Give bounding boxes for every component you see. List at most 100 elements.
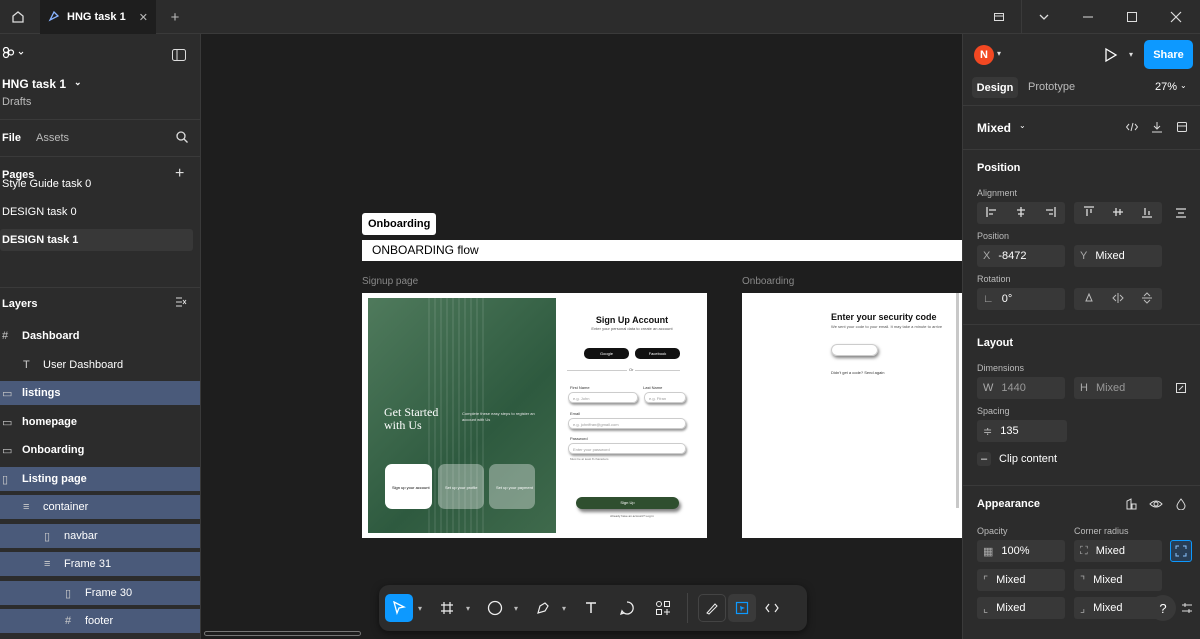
rotate-90-icon[interactable]: [1083, 292, 1095, 307]
share-button[interactable]: Share: [1144, 40, 1193, 69]
pen-tool-button[interactable]: [529, 594, 557, 622]
distribute-icon[interactable]: [1170, 202, 1192, 224]
width-field[interactable]: W 1440: [977, 377, 1065, 399]
constrain-proportions-icon[interactable]: [1170, 377, 1192, 399]
file-tab[interactable]: HNG task 1 ✕: [40, 0, 156, 34]
corner-top-right-field[interactable]: ⌝ Mixed: [1074, 569, 1162, 591]
more-options-icon[interactable]: [1176, 597, 1198, 619]
opacity-icon: ▦: [983, 545, 994, 558]
maximize-icon[interactable]: [1110, 0, 1154, 34]
file-name: HNG task 1: [2, 77, 67, 91]
chevron-down-icon[interactable]: ▾: [415, 604, 425, 613]
corner-bottom-right-field[interactable]: ⌟ Mixed: [1074, 597, 1162, 619]
spacing-field[interactable]: ≑ 135: [977, 420, 1067, 442]
frame-tool-button[interactable]: [433, 594, 461, 622]
move-tool-button[interactable]: [385, 594, 413, 622]
layer-item[interactable]: ▭ homepage: [0, 410, 200, 434]
drop-icon[interactable]: [1170, 493, 1192, 515]
layer-item[interactable]: ▭ Onboarding: [0, 438, 200, 462]
chevron-down-icon[interactable]: ▾: [559, 604, 569, 613]
tab-file[interactable]: File: [2, 132, 21, 144]
independent-corners-icon[interactable]: [1170, 540, 1192, 562]
flip-horizontal-icon[interactable]: [1112, 292, 1124, 307]
layer-item[interactable]: ▭ listings: [0, 381, 200, 405]
horizontal-scrollbar[interactable]: [204, 631, 361, 636]
chevron-down-icon[interactable]: ▾: [1129, 50, 1133, 59]
y-position-field[interactable]: Y Mixed: [1074, 245, 1162, 267]
password-label: Password: [570, 436, 588, 441]
minimize-icon[interactable]: [1066, 0, 1110, 34]
close-window-icon[interactable]: [1154, 0, 1198, 34]
collapse-layers-icon[interactable]: [175, 296, 187, 311]
actions-tool-button[interactable]: [649, 594, 677, 622]
chevron-down-icon[interactable]: [1022, 0, 1066, 34]
page-item-label: DESIGN task 0: [2, 206, 77, 218]
layer-item[interactable]: # Dashboard: [0, 324, 200, 348]
page-item[interactable]: DESIGN task 1: [0, 229, 193, 251]
section-tag[interactable]: Onboarding: [362, 213, 437, 235]
clip-content-toggle[interactable]: – Clip content: [977, 452, 1057, 466]
page-item[interactable]: DESIGN task 0: [0, 201, 193, 223]
page-item[interactable]: Style Guide task 0: [0, 173, 193, 195]
avatar[interactable]: N: [974, 45, 994, 65]
frame-label-signup[interactable]: Signup page: [362, 276, 418, 287]
align-right-icon[interactable]: [1044, 206, 1056, 221]
layer-item[interactable]: ▯ navbar: [0, 524, 200, 548]
position-heading: Position: [977, 162, 1021, 174]
help-button[interactable]: ?: [1150, 595, 1176, 621]
eye-icon[interactable]: [1145, 493, 1167, 515]
corner-top-left-field[interactable]: ⌜ Mixed: [977, 569, 1065, 591]
layer-item[interactable]: # footer: [0, 609, 200, 633]
onboarding-frame[interactable]: Enter your security code We sent your co…: [742, 293, 962, 538]
align-middle-icon[interactable]: [1112, 206, 1124, 221]
align-left-icon[interactable]: [986, 206, 998, 221]
export-icon[interactable]: [1146, 116, 1168, 138]
design-canvas[interactable]: Onboarding ONBOARDING flow Signup page O…: [201, 34, 962, 639]
align-center-icon[interactable]: [1015, 206, 1027, 221]
sidebar-toggle-icon[interactable]: [172, 49, 186, 64]
tab-assets[interactable]: Assets: [36, 132, 69, 144]
chevron-down-icon[interactable]: ▾: [511, 604, 521, 613]
design-mode-button[interactable]: [728, 594, 756, 622]
opacity-field[interactable]: ▦ 100%: [977, 540, 1065, 562]
corner-bottom-left-field[interactable]: ⌞ Mixed: [977, 597, 1065, 619]
cast-icon[interactable]: [977, 0, 1021, 34]
code-icon[interactable]: [1121, 116, 1143, 138]
signup-frame[interactable]: Get Started with Us Complete these easy …: [362, 293, 707, 538]
tab-prototype[interactable]: Prototype: [1028, 81, 1075, 93]
comment-tool-button[interactable]: [613, 594, 641, 622]
layer-item[interactable]: ≡ Frame 31: [0, 552, 200, 576]
tab-design[interactable]: Design: [972, 77, 1018, 98]
dev-mode-button[interactable]: [758, 594, 786, 622]
section-title[interactable]: ONBOARDING flow: [362, 240, 962, 261]
layer-item[interactable]: ▯ Listing page: [0, 467, 200, 491]
x-position-field[interactable]: X -8472: [977, 245, 1065, 267]
frame-label-onboarding[interactable]: Onboarding: [742, 276, 794, 287]
new-tab-button[interactable]: +: [164, 0, 186, 34]
rotation-field[interactable]: ∟ 0°: [977, 288, 1065, 310]
layer-item[interactable]: T User Dashboard: [0, 353, 200, 377]
figma-menu-icon[interactable]: [2, 46, 24, 64]
zoom-menu[interactable]: 27% ⌄: [1155, 81, 1187, 93]
search-icon[interactable]: [176, 131, 188, 146]
layer-item[interactable]: ≡ container: [0, 495, 200, 519]
chevron-down-icon[interactable]: ▾: [997, 49, 1001, 58]
home-icon[interactable]: [0, 0, 36, 34]
height-field[interactable]: H Mixed: [1074, 377, 1162, 399]
ellipse-tool-button[interactable]: [481, 594, 509, 622]
corner-radius-field[interactable]: ⛶ Mixed: [1074, 540, 1162, 562]
close-tab-icon[interactable]: ✕: [139, 11, 148, 24]
align-top-icon[interactable]: [1083, 205, 1095, 221]
component-icon[interactable]: [1171, 116, 1193, 138]
play-icon[interactable]: [1103, 47, 1119, 66]
chevron-down-icon[interactable]: ▾: [463, 604, 473, 613]
file-name-menu[interactable]: HNG task 1 ⌄: [2, 77, 82, 91]
draw-mode-button[interactable]: [698, 594, 726, 622]
text-tool-button[interactable]: [577, 594, 605, 622]
selection-menu[interactable]: Mixed ⌄: [977, 121, 1026, 135]
align-bottom-icon[interactable]: [1141, 206, 1153, 221]
layer-item[interactable]: ▯ Frame 30: [0, 581, 200, 605]
layer-item-label: footer: [85, 615, 114, 627]
variable-icon[interactable]: [1120, 493, 1142, 515]
flip-vertical-icon[interactable]: [1141, 291, 1153, 307]
